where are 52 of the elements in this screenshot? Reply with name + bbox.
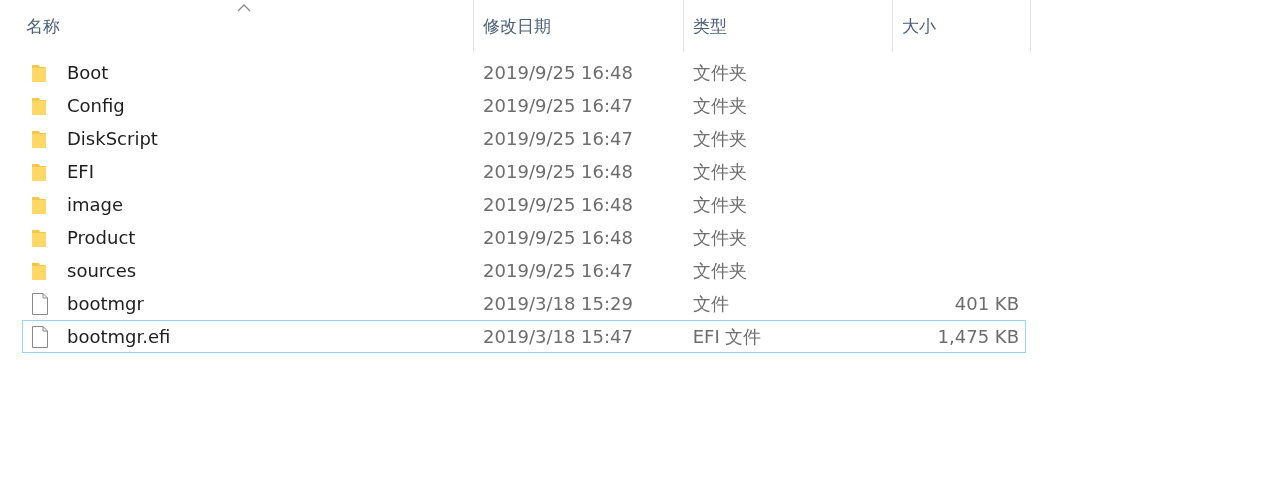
- file-name: bootmgr: [67, 293, 144, 314]
- file-type: 文件: [692, 291, 729, 316]
- file-type: 文件夹: [692, 192, 747, 217]
- file-size: 1,475 KB: [937, 326, 1019, 347]
- file-size: 401 KB: [954, 293, 1019, 314]
- column-header[interactable]: 类型: [684, 0, 893, 52]
- folder-icon: [31, 227, 47, 248]
- folder-icon: [31, 260, 47, 281]
- file-name: EFI: [67, 161, 95, 182]
- file-row[interactable]: Boot 2019/9/25 16:48 文件夹: [22, 56, 1026, 89]
- file-name: Product: [67, 227, 136, 248]
- date-modified: 2019/3/18 15:29: [483, 293, 633, 314]
- file-name: sources: [67, 260, 137, 281]
- date-modified: 2019/9/25 16:48: [483, 161, 633, 182]
- file-row[interactable]: image 2019/9/25 16:48 文件夹: [22, 188, 1026, 221]
- file-type: 文件夹: [692, 60, 747, 85]
- sort-up-icon: [236, 4, 251, 12]
- file-row[interactable]: bootmgr 2019/3/18 15:29 文件 401 KB: [22, 287, 1026, 320]
- file-type: 文件夹: [692, 258, 747, 283]
- date-modified: 2019/9/25 16:47: [483, 128, 633, 149]
- file-row[interactable]: bootmgr.efi 2019/3/18 15:47 EFI 文件 1,475 KB: [22, 320, 1026, 353]
- folder-icon: [31, 128, 47, 149]
- date-modified: 2019/9/25 16:47: [483, 260, 633, 281]
- file-row[interactable]: Config 2019/9/25 16:47 文件夹: [22, 89, 1026, 122]
- folder-icon: [31, 95, 47, 116]
- file-name: DiskScript: [67, 128, 158, 149]
- date-modified: 2019/9/25 16:48: [483, 62, 633, 83]
- file-row[interactable]: DiskScript 2019/9/25 16:47 文件夹: [22, 122, 1026, 155]
- file-icon: [31, 325, 49, 348]
- column-header[interactable]: 修改日期: [474, 0, 684, 52]
- folder-icon: [31, 194, 47, 215]
- date-modified: 2019/9/25 16:48: [483, 227, 633, 248]
- date-modified: 2019/9/25 16:48: [483, 194, 633, 215]
- folder-icon: [31, 161, 47, 182]
- date-modified: 2019/9/25 16:47: [483, 95, 633, 116]
- date-modified: 2019/3/18 15:47: [483, 326, 633, 347]
- file-row[interactable]: sources 2019/9/25 16:47 文件夹: [22, 254, 1026, 287]
- file-row[interactable]: Product 2019/9/25 16:48 文件夹: [22, 221, 1026, 254]
- file-row[interactable]: EFI 2019/9/25 16:48 文件夹: [22, 155, 1026, 188]
- file-type: 文件夹: [692, 159, 747, 184]
- file-name: bootmgr.efi: [67, 326, 171, 347]
- file-type: EFI 文件: [692, 324, 762, 349]
- file-icon: [31, 292, 49, 315]
- file-type: 文件夹: [692, 225, 747, 250]
- file-type: 文件夹: [692, 93, 747, 118]
- column-header[interactable]: 大小: [893, 0, 1031, 52]
- column-header[interactable]: 名称: [22, 0, 474, 52]
- file-name: image: [67, 194, 124, 215]
- folder-icon: [31, 62, 47, 83]
- file-name: Config: [67, 95, 125, 116]
- file-name: Boot: [67, 62, 109, 83]
- file-type: 文件夹: [692, 126, 747, 151]
